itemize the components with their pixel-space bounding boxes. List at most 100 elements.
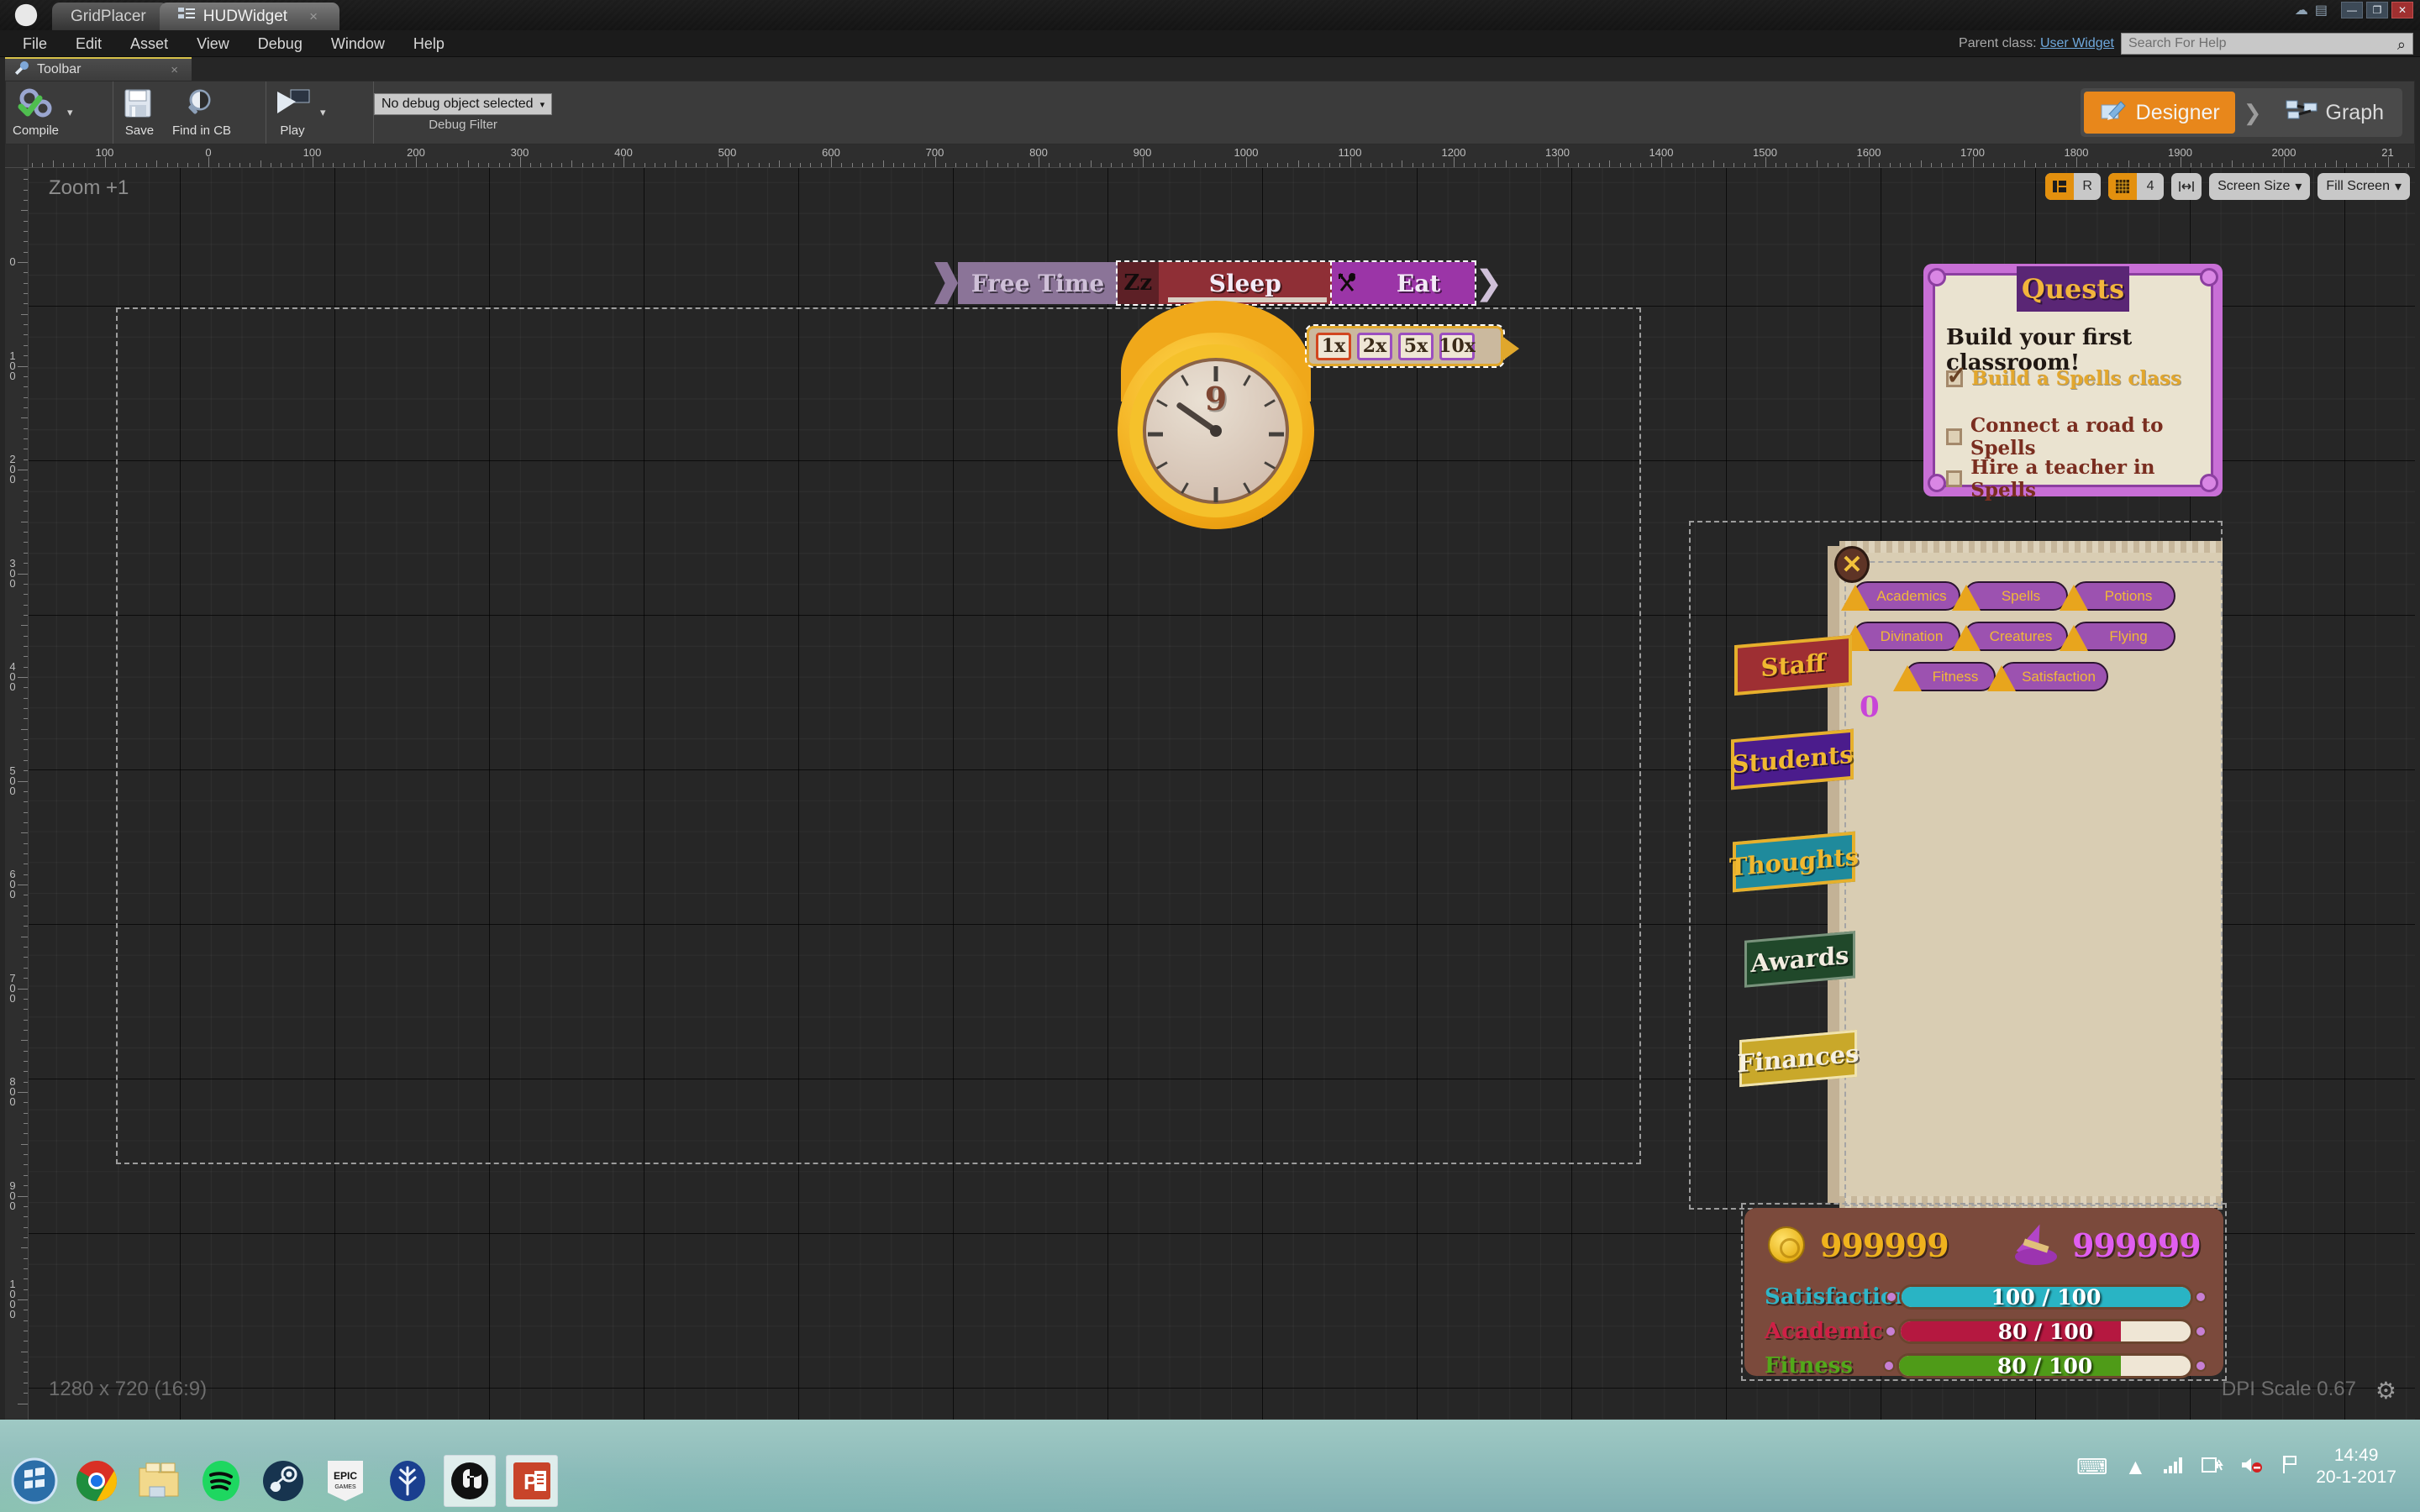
expand-tray-icon[interactable]: ▲ bbox=[2125, 1454, 2147, 1480]
minimize-button[interactable]: — bbox=[2341, 2, 2363, 18]
toolbar-panel-tab[interactable]: Toolbar × bbox=[5, 57, 192, 81]
category-chip-spells[interactable]: Spells bbox=[1952, 581, 2068, 611]
ruler-tick bbox=[18, 988, 28, 990]
activity-free-time[interactable]: Free Time bbox=[958, 262, 1118, 304]
epic-games-icon[interactable]: EPIC GAMES bbox=[319, 1455, 371, 1507]
activity-sleep[interactable]: Zz Sleep bbox=[1116, 260, 1334, 306]
save-button[interactable]: Save bbox=[113, 81, 166, 144]
system-tray: ⌨ ▲ 14:49 20-1-2017 bbox=[2076, 1425, 2412, 1509]
ruler-tick bbox=[24, 1071, 28, 1073]
speed-button-2x[interactable]: 2x bbox=[1357, 332, 1392, 360]
taskbar-clock[interactable]: 14:49 20-1-2017 bbox=[2316, 1445, 2412, 1488]
hud-clock[interactable]: 9 bbox=[1111, 301, 1321, 529]
category-chip-divination[interactable]: Divination bbox=[1841, 622, 1960, 651]
steam-icon[interactable] bbox=[257, 1455, 309, 1507]
tab-graph[interactable]: Graph bbox=[2270, 92, 2399, 134]
gear-icon[interactable]: ⚙ bbox=[2375, 1377, 2396, 1404]
flag-icon[interactable] bbox=[2281, 1454, 2299, 1480]
layout-icon[interactable] bbox=[2045, 173, 2075, 200]
tab-designer[interactable]: Designer bbox=[2083, 92, 2235, 134]
play-dropdown-caret[interactable]: ▾ bbox=[318, 106, 331, 119]
fill-screen-label: Fill Screen bbox=[2326, 179, 2390, 193]
category-chip-satisfaction[interactable]: Satisfaction bbox=[1987, 662, 2108, 691]
menu-window[interactable]: Window bbox=[317, 30, 399, 57]
retainer-toggle[interactable]: R bbox=[2074, 173, 2101, 200]
debug-object-select[interactable]: No debug object selected ▾ bbox=[374, 93, 553, 115]
ruler-label: 1600 bbox=[1856, 146, 1881, 159]
close-x-icon[interactable]: ✕ bbox=[1834, 546, 1870, 583]
ruler-horizontal[interactable]: 100 0 100 200 300 400 500 600 700 800 900 1000 1100 1… bbox=[29, 144, 2415, 168]
ruler-tick bbox=[24, 386, 28, 388]
battery-icon[interactable] bbox=[2202, 1454, 2224, 1480]
sidebar-item-thoughts[interactable]: Thoughts bbox=[1729, 831, 1859, 893]
toolbar-panel-close-icon[interactable]: × bbox=[171, 63, 178, 77]
ruler-tick bbox=[1163, 163, 1165, 167]
ruler-tick bbox=[24, 1081, 28, 1083]
ruler-tick bbox=[114, 163, 116, 167]
close-button[interactable]: ✕ bbox=[2391, 2, 2413, 18]
keyboard-icon[interactable]: ⌨ bbox=[2076, 1454, 2108, 1480]
grid-icon[interactable] bbox=[2108, 173, 2138, 200]
ruler-tick bbox=[24, 1289, 28, 1290]
fill-screen-dropdown[interactable]: Fill Screen ▾ bbox=[2317, 173, 2410, 200]
file-explorer-icon[interactable] bbox=[133, 1455, 185, 1507]
start-orb-icon[interactable] bbox=[8, 1455, 60, 1507]
quest-checkbox-checked[interactable]: ✓ bbox=[1946, 362, 1967, 390]
powerpoint-icon[interactable]: P bbox=[506, 1455, 558, 1507]
canvas-toolbar: R 4 Screen Size ▾ Fill Screen ▾ bbox=[2045, 173, 2410, 200]
menu-edit[interactable]: Edit bbox=[61, 30, 116, 57]
clock-tick bbox=[1181, 482, 1189, 494]
ruler-tick bbox=[540, 163, 542, 167]
compile-dropdown-caret[interactable]: ▾ bbox=[66, 106, 78, 119]
search-help-input[interactable]: Search For Help ⌕ bbox=[2121, 33, 2413, 55]
grid-size-stepper[interactable]: 4 bbox=[2137, 173, 2164, 200]
perforce-icon[interactable] bbox=[381, 1455, 434, 1507]
ruler-tick bbox=[24, 594, 28, 596]
quest-checkbox[interactable] bbox=[1946, 470, 1963, 487]
category-chip-potions[interactable]: Potions bbox=[2060, 581, 2175, 611]
menu-help[interactable]: Help bbox=[399, 30, 459, 57]
category-chip-flying[interactable]: Flying bbox=[2060, 622, 2175, 651]
parent-class-value[interactable]: User Widget bbox=[2040, 36, 2114, 50]
find-in-cb-button[interactable]: Find in CB bbox=[166, 81, 238, 144]
speed-button-5x[interactable]: 5x bbox=[1398, 332, 1434, 360]
ruler-tick bbox=[24, 179, 28, 181]
category-chip-fitness[interactable]: Fitness bbox=[1893, 662, 1996, 691]
speed-button-1x[interactable]: 1x bbox=[1316, 332, 1351, 360]
sidebar-item-students[interactable]: Students bbox=[1731, 728, 1854, 790]
activity-eat[interactable]: Eat bbox=[1330, 260, 1476, 306]
ruler-tick bbox=[789, 163, 791, 167]
speed-button-10x[interactable]: 10x bbox=[1439, 332, 1476, 360]
menu-view[interactable]: View bbox=[182, 30, 244, 57]
asset-tab-gridplacer[interactable]: GridPlacer bbox=[52, 3, 168, 30]
quest-item-2[interactable]: Hire a teacher in Spells bbox=[1946, 456, 2213, 501]
magnifier-icon bbox=[183, 88, 220, 122]
play-button[interactable]: Play bbox=[266, 81, 318, 144]
menu-debug[interactable]: Debug bbox=[244, 30, 317, 57]
screen-size-dropdown[interactable]: Screen Size ▾ bbox=[2209, 173, 2311, 200]
signal-icon[interactable] bbox=[2163, 1454, 2185, 1480]
quest-item-1[interactable]: Connect a road to Spells bbox=[1946, 414, 2213, 459]
sidebar-item-staff[interactable]: Staff bbox=[1734, 634, 1852, 696]
maximize-button[interactable]: ❐ bbox=[2366, 2, 2388, 18]
ruler-label: 200 bbox=[9, 453, 16, 486]
mute-icon[interactable] bbox=[2240, 1454, 2264, 1480]
spotify-icon[interactable] bbox=[195, 1455, 247, 1507]
asset-tab-hudwidget[interactable]: HUDWidget × bbox=[159, 3, 339, 30]
chrome-icon[interactable] bbox=[71, 1455, 123, 1507]
menu-asset[interactable]: Asset bbox=[116, 30, 182, 57]
menu-file[interactable]: File bbox=[8, 30, 61, 57]
category-chip-creatures[interactable]: Creatures bbox=[1952, 622, 2068, 651]
quest-item-0[interactable]: ✓ Build a Spells class bbox=[1946, 362, 2181, 390]
ruler-tick bbox=[1080, 163, 1081, 167]
ruler-tick bbox=[1318, 163, 1320, 167]
unreal-engine-icon[interactable] bbox=[444, 1455, 496, 1507]
category-chip-academics[interactable]: Academics bbox=[1841, 581, 1960, 611]
resize-icon[interactable] bbox=[2171, 173, 2202, 200]
sidebar-item-awards[interactable]: Awards bbox=[1744, 931, 1855, 988]
ruler-tick bbox=[1640, 163, 1642, 167]
ruler-vertical[interactable]: 0 100 200 300 400 500 600 700 800 900 1000 bbox=[5, 168, 29, 1420]
quest-checkbox[interactable] bbox=[1946, 428, 1962, 445]
compile-button[interactable]: Compile bbox=[6, 81, 66, 144]
asset-tab-close-icon[interactable]: × bbox=[309, 8, 318, 25]
